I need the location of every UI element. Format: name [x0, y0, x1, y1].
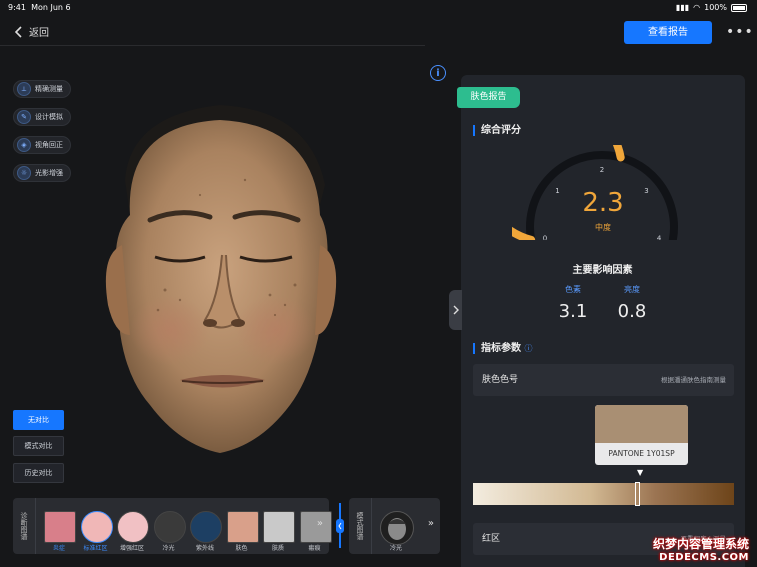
gauge-tick-label: 4	[657, 234, 662, 240]
gauge-tick-label: 2	[600, 166, 604, 174]
ruler-icon: ⟂	[17, 82, 31, 96]
gauge-level: 中度	[595, 223, 611, 232]
factor-value: 3.1	[558, 301, 588, 322]
pantone-swatch: PANTONE 1Y01SP	[595, 405, 688, 465]
strip2-label: 模式图谱	[349, 498, 372, 554]
mode-map-strip: 模式图谱 冷光 »	[349, 498, 440, 554]
status-time: 9:41 Mon Jun 6	[8, 3, 71, 12]
strip-thumb[interactable]	[263, 511, 295, 543]
status-bar: 9:41 Mon Jun 6 ▮▮▮ ◠ 100%	[0, 0, 757, 14]
overall-score-title: 综合评分	[473, 125, 521, 136]
mode-thumb-label: 冷光	[389, 545, 402, 552]
watermark-line2: DEDECMS.COM	[659, 552, 749, 563]
strip-toggle[interactable]	[336, 503, 344, 548]
strip-thumb-label: 标准红区	[83, 545, 108, 552]
status-right: ▮▮▮ ◠ 100%	[676, 3, 747, 12]
face-thumb-icon	[388, 518, 406, 540]
cube-icon: ◈	[17, 138, 31, 152]
gauge-tick-label: 0	[543, 234, 547, 240]
slider-pointer-icon: ▼	[637, 468, 644, 477]
chevron-right-icon	[453, 305, 459, 315]
tool-measure[interactable]: ⟂ 精确测量	[13, 80, 71, 98]
gauge-tick-label: 3	[644, 187, 648, 195]
strip-thumb[interactable]	[226, 511, 259, 543]
back-label: 返回	[29, 28, 49, 39]
tool-label: 视角回正	[35, 141, 63, 149]
info-icon[interactable]: i	[430, 65, 446, 81]
face-image	[105, 105, 337, 453]
skin-tone-scale[interactable]	[473, 482, 734, 506]
mode-compare-button[interactable]: 模式对比	[13, 436, 64, 456]
param-row-skin-tone[interactable]: 肤色色号 根据潘通肤色指南测量	[473, 364, 734, 396]
no-compare-button[interactable]: 无对比	[13, 410, 64, 430]
strip-thumb-label: 瘢痕	[308, 545, 321, 552]
strip-thumb[interactable]	[190, 511, 222, 543]
strip-thumb-label: 肤质	[271, 545, 284, 552]
params-title: 指标参数 ⓘ	[473, 343, 532, 354]
divider	[0, 45, 425, 46]
view-report-button[interactable]: 查看报告	[624, 21, 712, 44]
param-key: 肤色色号	[482, 375, 519, 385]
factor-label: 色素	[565, 285, 581, 294]
tool-light-enhance[interactable]: ☼ 光影增强	[13, 164, 71, 182]
strip-thumb-label: 炎症	[52, 545, 65, 552]
slider-marker[interactable]	[635, 482, 641, 506]
more-menu-icon[interactable]: •••	[726, 24, 754, 40]
diagnosis-map-strip: 诊断图谱 炎症 标准红区 增强红区 冷光 紫外线 肤色 肤质 瘢痕 »	[13, 498, 332, 554]
back-button[interactable]: 返回	[15, 24, 49, 39]
tool-label: 光影增强	[35, 169, 63, 177]
param-key: 红区	[482, 534, 501, 544]
strip-more-icon[interactable]: »	[317, 518, 323, 529]
watermark: 织梦内容管理系统 DEDECMS.COM	[653, 535, 749, 563]
tool-design[interactable]: ✎ 设计模拟	[13, 108, 71, 126]
sun-icon: ☼	[17, 166, 31, 180]
strip-thumb-label: 冷光	[162, 545, 175, 552]
strip-label: 诊断图谱	[13, 498, 36, 554]
help-icon[interactable]: ⓘ	[524, 344, 532, 353]
history-compare-button[interactable]: 历史对比	[13, 463, 64, 483]
mode-thumb[interactable]	[380, 511, 414, 545]
strip-thumb[interactable]	[80, 511, 113, 543]
wifi-icon: ◠	[693, 3, 701, 12]
tool-label: 精确测量	[35, 85, 63, 93]
watermark-line1: 织梦内容管理系统	[652, 537, 749, 551]
strip-thumb[interactable]	[117, 511, 149, 543]
pencil-icon: ✎	[17, 110, 31, 124]
swatch-color	[595, 405, 688, 443]
strip-thumb-label: 增强红区	[119, 545, 144, 552]
strip-toggle-icon	[336, 503, 344, 548]
strip-thumb-label: 紫外线	[195, 545, 214, 552]
strip-thumb[interactable]	[153, 511, 186, 543]
strip2-more-icon[interactable]: »	[428, 518, 434, 529]
panel-tag: 肤色报告	[457, 87, 520, 108]
params-title-text: 指标参数	[481, 343, 521, 354]
param-value: 根据潘通肤色指南测量	[661, 376, 726, 384]
factors-title: 主要影响因素	[572, 265, 633, 276]
strip-thumb[interactable]	[44, 511, 76, 543]
signal-icon: ▮▮▮	[675, 3, 690, 12]
factor-label: 亮度	[624, 285, 640, 294]
tool-view-reset[interactable]: ◈ 视角回正	[13, 136, 71, 154]
collapse-panel-button[interactable]	[449, 290, 462, 330]
gauge-value: 2.3	[582, 188, 624, 218]
chevron-left-icon	[15, 25, 22, 38]
strip-thumb[interactable]	[299, 511, 332, 543]
battery-icon	[731, 3, 747, 12]
strip-thumb-label: 肤色	[235, 545, 248, 552]
strip2-label-text: 模式图谱	[356, 512, 364, 540]
swatch-name: PANTONE 1Y01SP	[608, 449, 675, 458]
strip-label-text: 诊断图谱	[20, 512, 28, 540]
face-3d-view[interactable]	[70, 85, 360, 485]
tool-label: 设计模拟	[35, 113, 63, 121]
factor-value: 0.8	[617, 301, 647, 322]
gauge-tick-label: 1	[555, 187, 559, 195]
battery-text: 100%	[704, 3, 727, 12]
